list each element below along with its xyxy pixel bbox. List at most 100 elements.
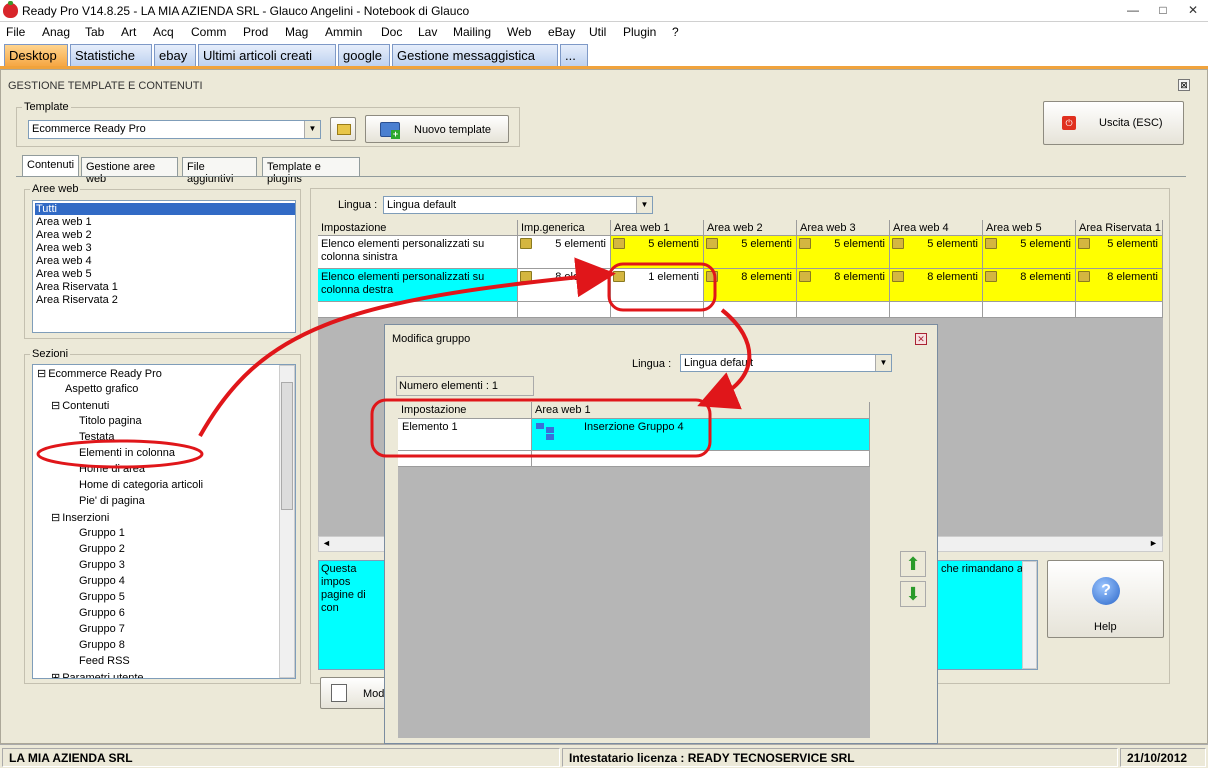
tree-item[interactable]: ⊞ Parametri utente (51, 671, 144, 678)
grid-cell[interactable]: 1 elementi (611, 269, 704, 302)
tree-item[interactable]: ⊟ Contenuti (51, 399, 109, 412)
menu-comm[interactable]: Comm (191, 25, 226, 39)
area-item[interactable]: Area web 5 (36, 268, 92, 280)
minimize-button[interactable]: — (1118, 0, 1148, 21)
tab-desktop[interactable]: Desktop (4, 44, 68, 67)
grid-cell[interactable]: 5 elementi (704, 236, 797, 269)
tab-ebay[interactable]: ebay (154, 44, 196, 67)
menu-ammin[interactable]: Ammin (325, 25, 362, 39)
area-item[interactable]: Area Riservata 2 (36, 294, 118, 306)
tree-toggle-icon[interactable]: ⊟ (37, 368, 46, 380)
tab-google[interactable]: google (338, 44, 390, 67)
area-item[interactable]: Area web 4 (36, 255, 92, 267)
area-item[interactable]: Area web 3 (36, 242, 92, 254)
new-template-button[interactable]: + Nuovo template (365, 115, 509, 143)
grid-cell[interactable]: 8 elementi (518, 269, 611, 302)
tree-scroll-thumb[interactable] (281, 382, 293, 510)
grid-cell[interactable]: 5 elementi (890, 236, 983, 269)
tree-item[interactable]: Titolo pagina (65, 415, 142, 427)
dialog-close-button[interactable]: ✕ (915, 333, 927, 345)
move-down-button[interactable]: ⬇ (900, 581, 926, 607)
panel-close-button[interactable]: ⊠ (1178, 79, 1190, 91)
tab-gestione-messaggistica[interactable]: Gestione messaggistica (392, 44, 558, 67)
menu-ebay[interactable]: eBay (548, 25, 575, 39)
close-button[interactable]: ✕ (1178, 0, 1208, 21)
menu-anag[interactable]: Anag (42, 25, 70, 39)
tree-item[interactable]: Gruppo 4 (65, 575, 125, 587)
area-item[interactable]: Area web 1 (36, 216, 92, 228)
grid-cell[interactable]: 8 elementi (797, 269, 890, 302)
tree-item[interactable]: Pie' di pagina (65, 495, 145, 507)
tree-item[interactable]: Gruppo 3 (65, 559, 125, 571)
tree-item[interactable]: Gruppo 8 (65, 639, 125, 651)
maximize-button[interactable]: □ (1148, 0, 1178, 21)
grid-cell[interactable]: 5 elementi (983, 236, 1076, 269)
tab-statistiche[interactable]: Statistiche (70, 44, 152, 67)
dialog-row-value[interactable]: Inserzione Gruppo 4 (532, 419, 870, 451)
sections-tree[interactable]: ⊟ Ecommerce Ready Pro Aspetto grafico ⊟ Cont… (32, 364, 296, 679)
menu-web[interactable]: Web (507, 25, 531, 39)
description-scrollbar[interactable] (1022, 561, 1037, 669)
tree-item[interactable]: Feed RSS (65, 655, 130, 667)
tab-contenuti[interactable]: Contenuti (22, 155, 79, 177)
tree-item[interactable]: Gruppo 1 (65, 527, 125, 539)
tree-item[interactable]: Home di categoria articoli (65, 479, 203, 491)
menu-mailing[interactable]: Mailing (453, 25, 491, 39)
move-up-button[interactable]: ⬆ (900, 551, 926, 577)
help-button[interactable]: ? Help (1047, 560, 1164, 638)
tab-more[interactable]: ... (560, 44, 588, 67)
menu-tab[interactable]: Tab (85, 25, 104, 39)
tab-gestione-aree-web[interactable]: Gestione aree web (81, 157, 178, 185)
area-item[interactable]: Area Riservata 1 (36, 281, 118, 293)
grid-row-label[interactable]: Elenco elementi personalizzati su colonn… (318, 236, 518, 269)
tree-toggle-icon[interactable]: ⊞ (51, 672, 60, 678)
grid-cell[interactable]: 5 elementi (797, 236, 890, 269)
tree-item[interactable]: Gruppo 7 (65, 623, 125, 635)
grid-cell[interactable]: 8 elementi (983, 269, 1076, 302)
desktop-tab-bar: Desktop Statistiche ebay Ultimi articoli… (0, 42, 1208, 67)
exit-button[interactable]: ⏻ Uscita (ESC) (1043, 101, 1184, 145)
tree-scrollbar[interactable] (279, 365, 295, 678)
grid-cell[interactable]: 8 elementi (890, 269, 983, 302)
open-folder-button[interactable] (330, 117, 356, 141)
tree-item[interactable]: ⊟ Ecommerce Ready Pro (37, 367, 162, 380)
tree-item[interactable]: Aspetto grafico (51, 383, 138, 395)
tree-item[interactable]: Gruppo 2 (65, 543, 125, 555)
tab-ultimi-articoli[interactable]: Ultimi articoli creati (198, 44, 336, 67)
menu-lav[interactable]: Lav (418, 25, 437, 39)
menu-acq[interactable]: Acq (153, 25, 174, 39)
scroll-right-icon[interactable]: ► (1149, 538, 1158, 548)
grid-row-label[interactable]: Elenco elementi personalizzati su colonn… (318, 269, 518, 302)
area-item-tutti[interactable]: Tutti (35, 203, 295, 215)
grid-cell[interactable]: 5 elementi (518, 236, 611, 269)
lingua-select[interactable]: Lingua default ▼ (383, 196, 653, 214)
menu-doc[interactable]: Doc (381, 25, 402, 39)
grid-cell[interactable]: 8 elementi (704, 269, 797, 302)
menu-mag[interactable]: Mag (285, 25, 308, 39)
menu-plugin[interactable]: Plugin (623, 25, 656, 39)
template-select[interactable]: Ecommerce Ready Pro ▼ (28, 120, 321, 139)
grid-cell[interactable]: 8 elementi (1076, 269, 1163, 302)
dialog-lingua-select[interactable]: Lingua default ▼ (680, 354, 892, 372)
tree-toggle-icon[interactable]: ⊟ (51, 512, 60, 524)
area-item[interactable]: Area web 2 (36, 229, 92, 241)
menu-art[interactable]: Art (121, 25, 136, 39)
tree-toggle-icon[interactable]: ⊟ (51, 400, 60, 412)
tab-file-aggiuntivi[interactable]: File aggiuntivi (182, 157, 257, 185)
menu-file[interactable]: File (6, 25, 25, 39)
tree-item[interactable]: Elementi in colonna (65, 447, 175, 459)
tree-item[interactable]: Home di area (65, 463, 145, 475)
grid-cell[interactable]: 5 elementi (611, 236, 704, 269)
tree-item[interactable]: Gruppo 5 (65, 591, 125, 603)
tree-item[interactable]: Gruppo 6 (65, 607, 125, 619)
tree-item[interactable]: ⊟ Inserzioni (51, 511, 109, 524)
menu-prod[interactable]: Prod (243, 25, 268, 39)
modify-button[interactable]: Mod (320, 677, 390, 709)
grid-cell[interactable]: 5 elementi (1076, 236, 1163, 269)
scroll-left-icon[interactable]: ◄ (322, 538, 331, 548)
menu-help[interactable]: ? (672, 25, 679, 39)
areas-list[interactable]: Tutti Area web 1 Area web 2 Area web 3 A… (32, 200, 296, 333)
menu-util[interactable]: Util (589, 25, 606, 39)
tree-item[interactable]: Testata (65, 431, 114, 443)
tab-template-plugins[interactable]: Template e plugins (262, 157, 360, 185)
